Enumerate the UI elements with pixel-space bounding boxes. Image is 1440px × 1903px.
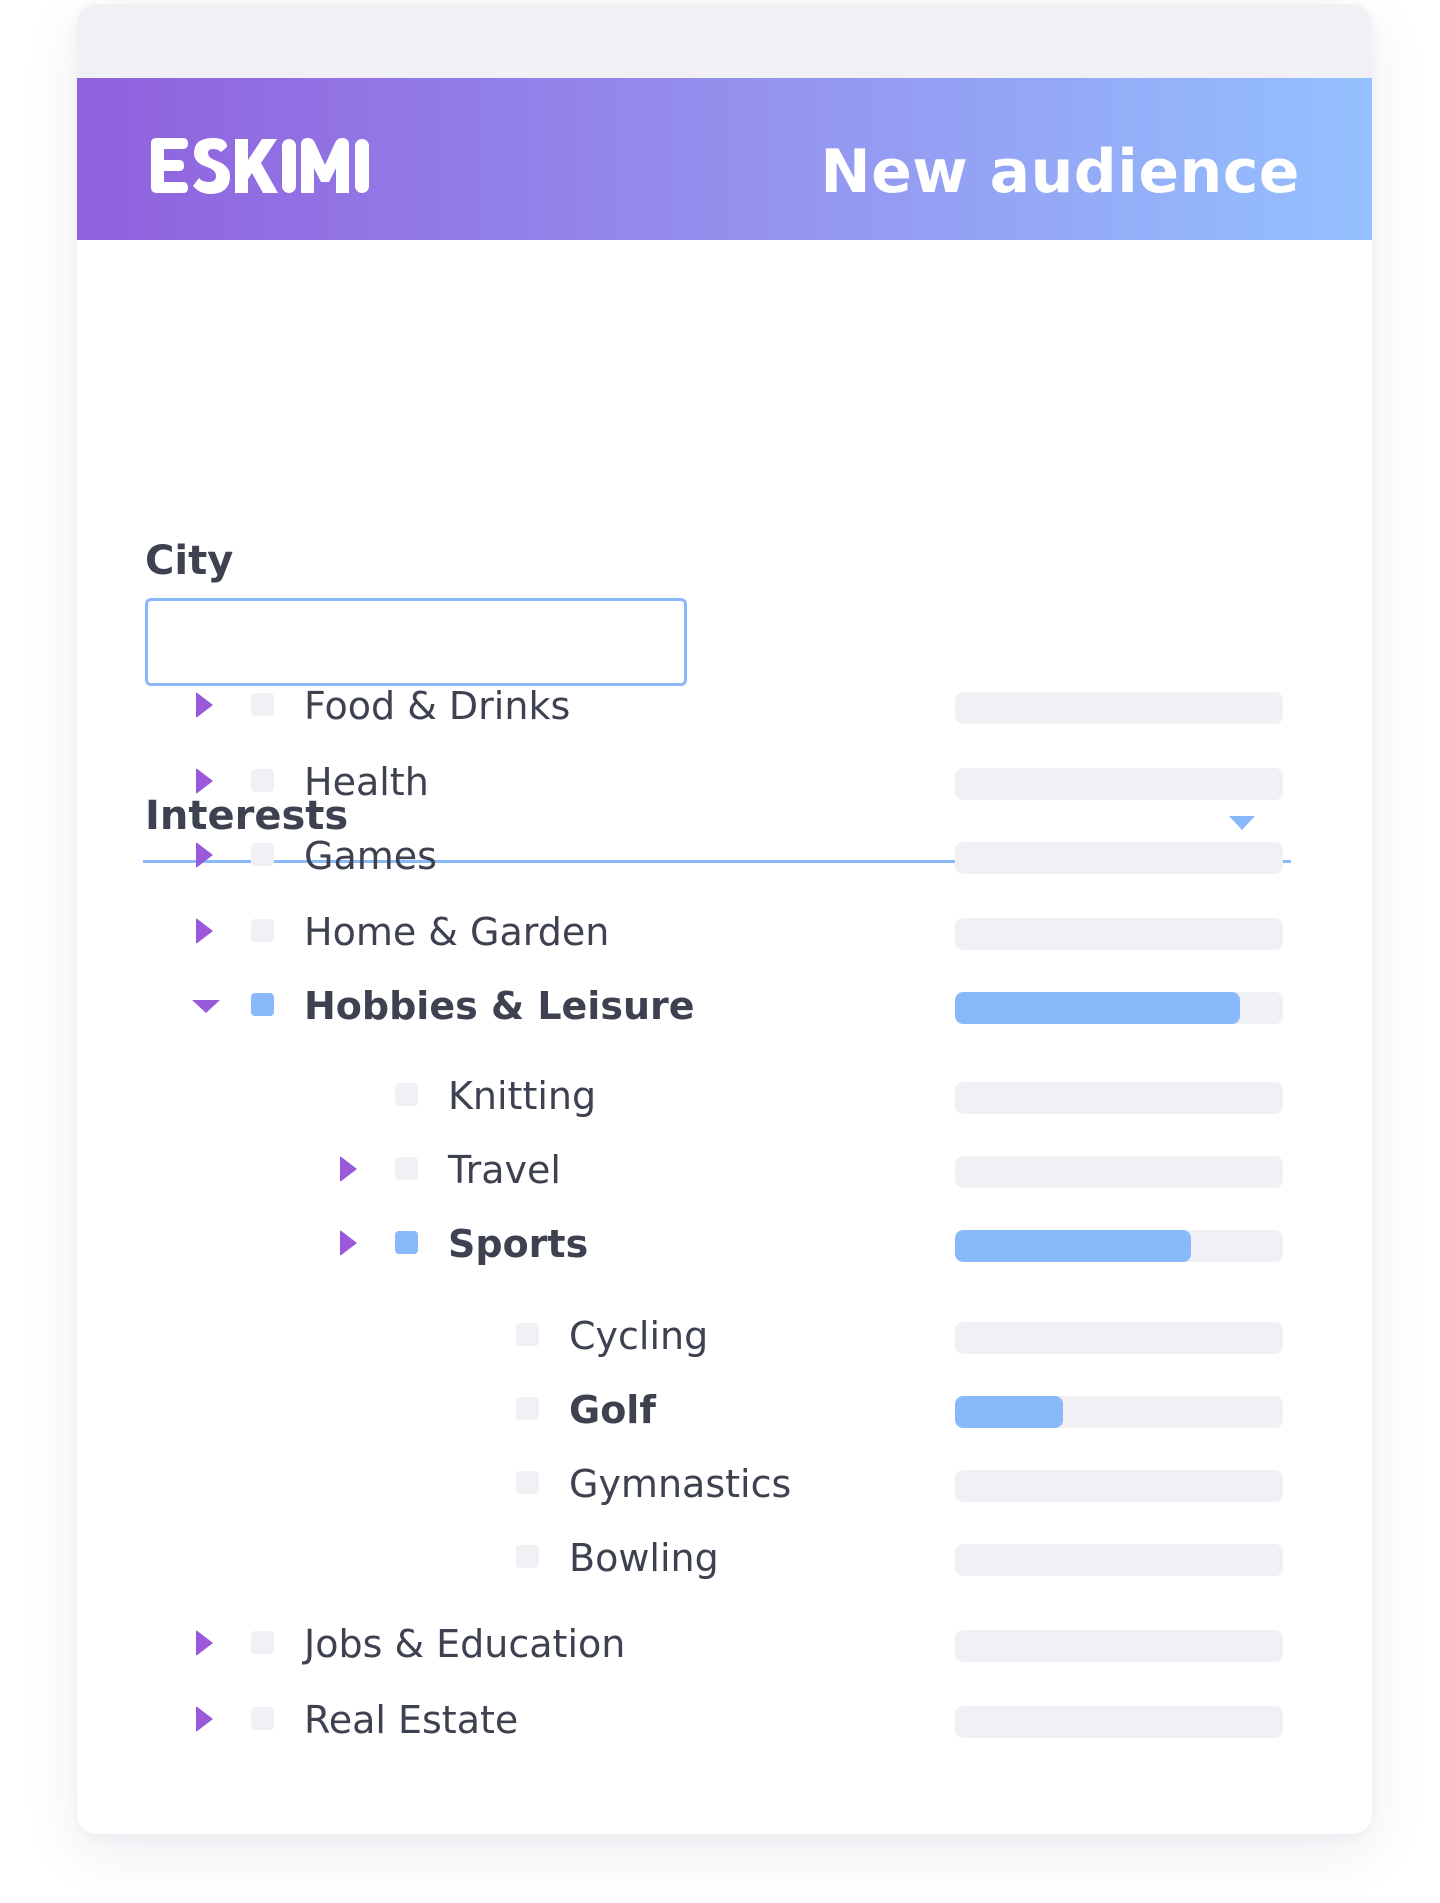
interest-checkbox[interactable] [251,769,274,792]
audience-size-bar [955,1082,1283,1114]
audience-size-bar [955,1322,1283,1354]
page-title: New audience [820,137,1300,207]
interest-checkbox[interactable] [516,1545,539,1568]
audience-size-bar [955,692,1283,724]
caret-right-icon[interactable] [191,1704,221,1734]
caret-right-shape [196,842,213,868]
caret-right-shape [196,1630,213,1656]
interest-row-real-estate[interactable]: Real Estate [77,1690,1372,1750]
interest-checkbox[interactable] [395,1083,418,1106]
interest-row-food-and-drinks[interactable]: Food & Drinks [77,676,1372,736]
window-top-bar [77,4,1372,78]
interest-checkbox[interactable] [395,1157,418,1180]
interest-row-gymnastics[interactable]: Gymnastics [77,1454,1372,1514]
audience-size-bar [955,1396,1283,1428]
interest-checkbox[interactable] [395,1231,418,1254]
interest-label: Food & Drinks [304,684,571,728]
interest-label: Golf [569,1388,656,1432]
caret-right-shape [340,1156,357,1182]
interest-row-bowling[interactable]: Bowling [77,1528,1372,1588]
interest-row-cycling[interactable]: Cycling [77,1306,1372,1366]
form-panel: City Interests Food & Drinks Health Games H… [77,240,1372,1834]
interest-label: Gymnastics [569,1462,792,1506]
caret-right-icon[interactable] [191,690,221,720]
interest-label: Jobs & Education [304,1622,626,1666]
interest-row-travel[interactable]: Travel [77,1140,1372,1200]
caret-right-icon[interactable] [335,1154,365,1184]
caret-down-shape [192,1000,220,1013]
interest-row-games[interactable]: Games [77,826,1372,886]
caret-right-shape [340,1230,357,1256]
interest-row-hobbies-and-leisure[interactable]: Hobbies & Leisure [77,976,1372,1036]
audience-size-bar [955,918,1283,950]
interest-label: Cycling [569,1314,709,1358]
audience-size-bar [955,1156,1283,1188]
interest-label: Hobbies & Leisure [304,984,695,1028]
caret-right-shape [196,1706,213,1732]
caret-right-icon[interactable] [191,766,221,796]
interest-row-home-and-garden[interactable]: Home & Garden [77,902,1372,962]
eskimi-logo [151,138,369,194]
audience-size-bar [955,1470,1283,1502]
caret-right-icon[interactable] [191,1628,221,1658]
audience-size-bar [955,768,1283,800]
audience-size-bar [955,1544,1283,1576]
interest-row-golf[interactable]: Golf [77,1380,1372,1440]
city-input[interactable] [145,598,687,686]
interest-label: Knitting [448,1074,597,1118]
interest-label: Real Estate [304,1698,519,1742]
interest-label: Games [304,834,437,878]
interest-label: Bowling [569,1536,719,1580]
audience-size-bar [955,1706,1283,1738]
interest-checkbox[interactable] [251,693,274,716]
interest-checkbox[interactable] [251,919,274,942]
interest-checkbox[interactable] [251,1707,274,1730]
interest-label: Travel [448,1148,561,1192]
caret-right-icon[interactable] [191,916,221,946]
caret-right-shape [196,692,213,718]
interest-row-knitting[interactable]: Knitting [77,1066,1372,1126]
interest-checkbox[interactable] [251,993,274,1016]
audience-size-bar-fill [955,1396,1064,1428]
caret-right-shape [196,918,213,944]
interest-checkbox[interactable] [516,1397,539,1420]
audience-card: City Interests Food & Drinks Health Games H… [77,4,1372,1834]
audience-size-bar-fill [955,1230,1192,1262]
city-label: City [145,538,234,584]
interest-checkbox[interactable] [251,843,274,866]
audience-size-bar [955,842,1283,874]
audience-size-bar [955,1230,1283,1262]
caret-down-icon[interactable] [191,990,221,1020]
audience-size-bar [955,992,1283,1024]
caret-right-shape [196,768,213,794]
interest-label: Home & Garden [304,910,610,954]
interest-row-sports[interactable]: Sports [77,1214,1372,1274]
audience-size-bar-fill [955,992,1241,1024]
interest-row-jobs-and-education[interactable]: Jobs & Education [77,1614,1372,1674]
interest-label: Health [304,760,429,804]
interest-checkbox[interactable] [516,1323,539,1346]
caret-right-icon[interactable] [335,1228,365,1258]
interest-checkbox[interactable] [251,1631,274,1654]
audience-size-bar [955,1630,1283,1662]
caret-right-icon[interactable] [191,840,221,870]
interest-checkbox[interactable] [516,1471,539,1494]
interest-label: Sports [448,1222,589,1266]
interest-row-health[interactable]: Health [77,752,1372,812]
